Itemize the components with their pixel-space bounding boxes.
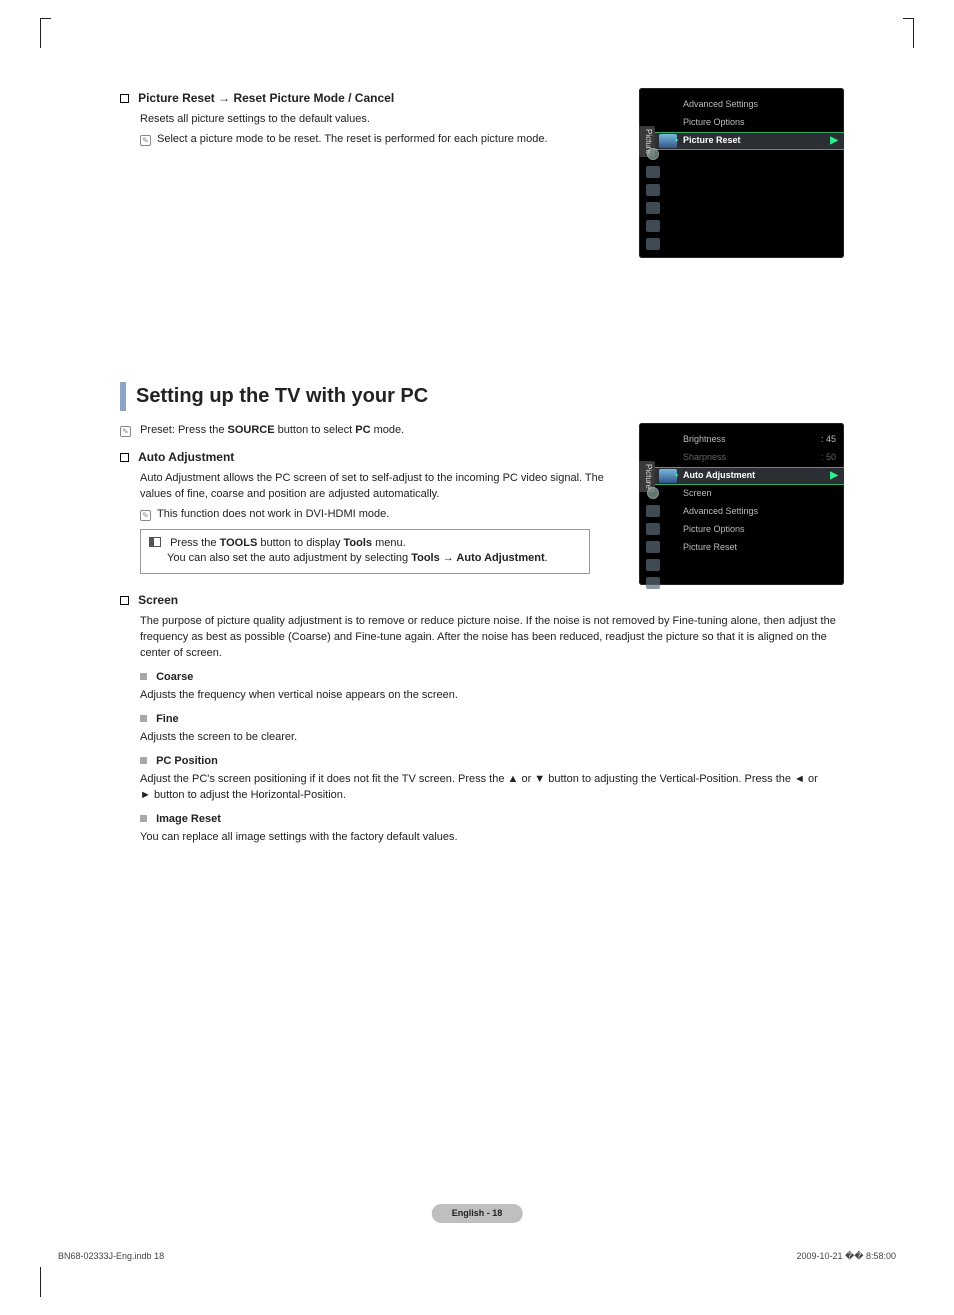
osd-menu-picture-reset: Advanced Settings Picture Options • Pict… [639,88,844,258]
osd-nav-icon [646,202,660,214]
osd-nav-icon [646,577,660,589]
chevron-right-icon: ▶ [830,469,838,484]
picture-reset-desc: Resets all picture settings to the defau… [140,112,620,128]
screen-subitem: Image Reset You can replace all image se… [140,812,844,846]
osd-row[interactable]: Picture Options [639,521,844,539]
screen-title: Screen [138,593,178,607]
osd-row[interactable]: Picture Reset [639,539,844,557]
list-square-icon [120,596,129,605]
osd-nav-icon [646,166,660,178]
section-title-setting-pc: Setting up the TV with your PC [120,382,844,411]
preset-note: Preset: Press the SOURCE button to selec… [140,424,404,436]
print-timestamp: 2009-10-21 �� 8:58:00 [796,1250,896,1263]
osd-nav-icon [646,559,660,571]
crop-mark [40,18,50,48]
selection-dot-icon: • [675,134,678,147]
sub-bullet-icon [140,673,147,680]
list-square-icon [120,453,129,462]
osd-row-selected[interactable]: • Auto Adjustment ▶ [639,467,844,485]
chevron-right-icon: ▶ [830,134,838,149]
osd-menu-auto-adjustment: Brightness: 45 Sharpness: 50 • Auto Adju… [639,423,844,585]
osd-row[interactable]: Screen [639,485,844,503]
osd-row-selected[interactable]: • Picture Reset ▶ [639,132,844,150]
auto-adjustment-note: ✎This function does not work in DVI-HDMI… [140,507,620,523]
screen-subitem: Coarse Adjusts the frequency when vertic… [140,670,844,704]
osd-icon-column [641,148,665,250]
doc-info: BN68-02333J-Eng.indb 18 [58,1250,164,1263]
osd-nav-icon [646,184,660,196]
page-content: Picture Reset → Reset Picture Mode / Can… [120,90,844,846]
selection-dot-icon: • [675,469,678,482]
section-setting-pc: ✎ Preset: Press the SOURCE button to sel… [120,423,844,846]
picture-reset-heading: Picture Reset → Reset Picture Mode / Can… [138,91,394,105]
osd-row[interactable]: Sharpness: 50 [639,449,844,467]
osd-nav-icon [647,487,659,499]
osd-nav-icon [646,505,660,517]
note-icon: ✎ [140,135,151,146]
screen-desc: The purpose of picture quality adjustmen… [140,614,840,662]
osd-row[interactable]: Brightness: 45 [639,431,844,449]
screen-subitem: PC Position Adjust the PC's screen posit… [140,754,844,804]
osd-nav-icon [646,541,660,553]
section-picture-reset: Picture Reset → Reset Picture Mode / Can… [120,90,844,148]
osd-row[interactable]: Advanced Settings [639,503,844,521]
auto-adjustment-desc: Auto Adjustment allows the PC screen of … [140,471,620,503]
tools-icon [149,537,161,547]
osd-nav-icon [646,523,660,535]
sub-bullet-icon [140,815,147,822]
sub-bullet-icon [140,715,147,722]
screen-subitem: Fine Adjusts the screen to be clearer. [140,712,844,746]
crop-mark [904,18,914,48]
osd-nav-icon [646,220,660,232]
sub-bullet-icon [140,757,147,764]
osd-nav-icon [647,148,659,160]
list-square-icon [120,94,129,103]
osd-row[interactable]: Advanced Settings [639,96,844,114]
osd-icon-column [641,487,665,589]
tools-tip-box: Press the TOOLS button to display Tools … [140,529,590,575]
osd-row[interactable]: Picture Options [639,114,844,132]
note-icon: ✎ [140,510,151,521]
crop-mark [40,1267,50,1297]
picture-reset-note: ✎Select a picture mode to be reset. The … [140,132,620,148]
page-number-pill: English - 18 [432,1204,523,1223]
osd-nav-icon [646,238,660,250]
auto-adjustment-title: Auto Adjustment [138,450,234,464]
note-icon: ✎ [120,426,131,437]
